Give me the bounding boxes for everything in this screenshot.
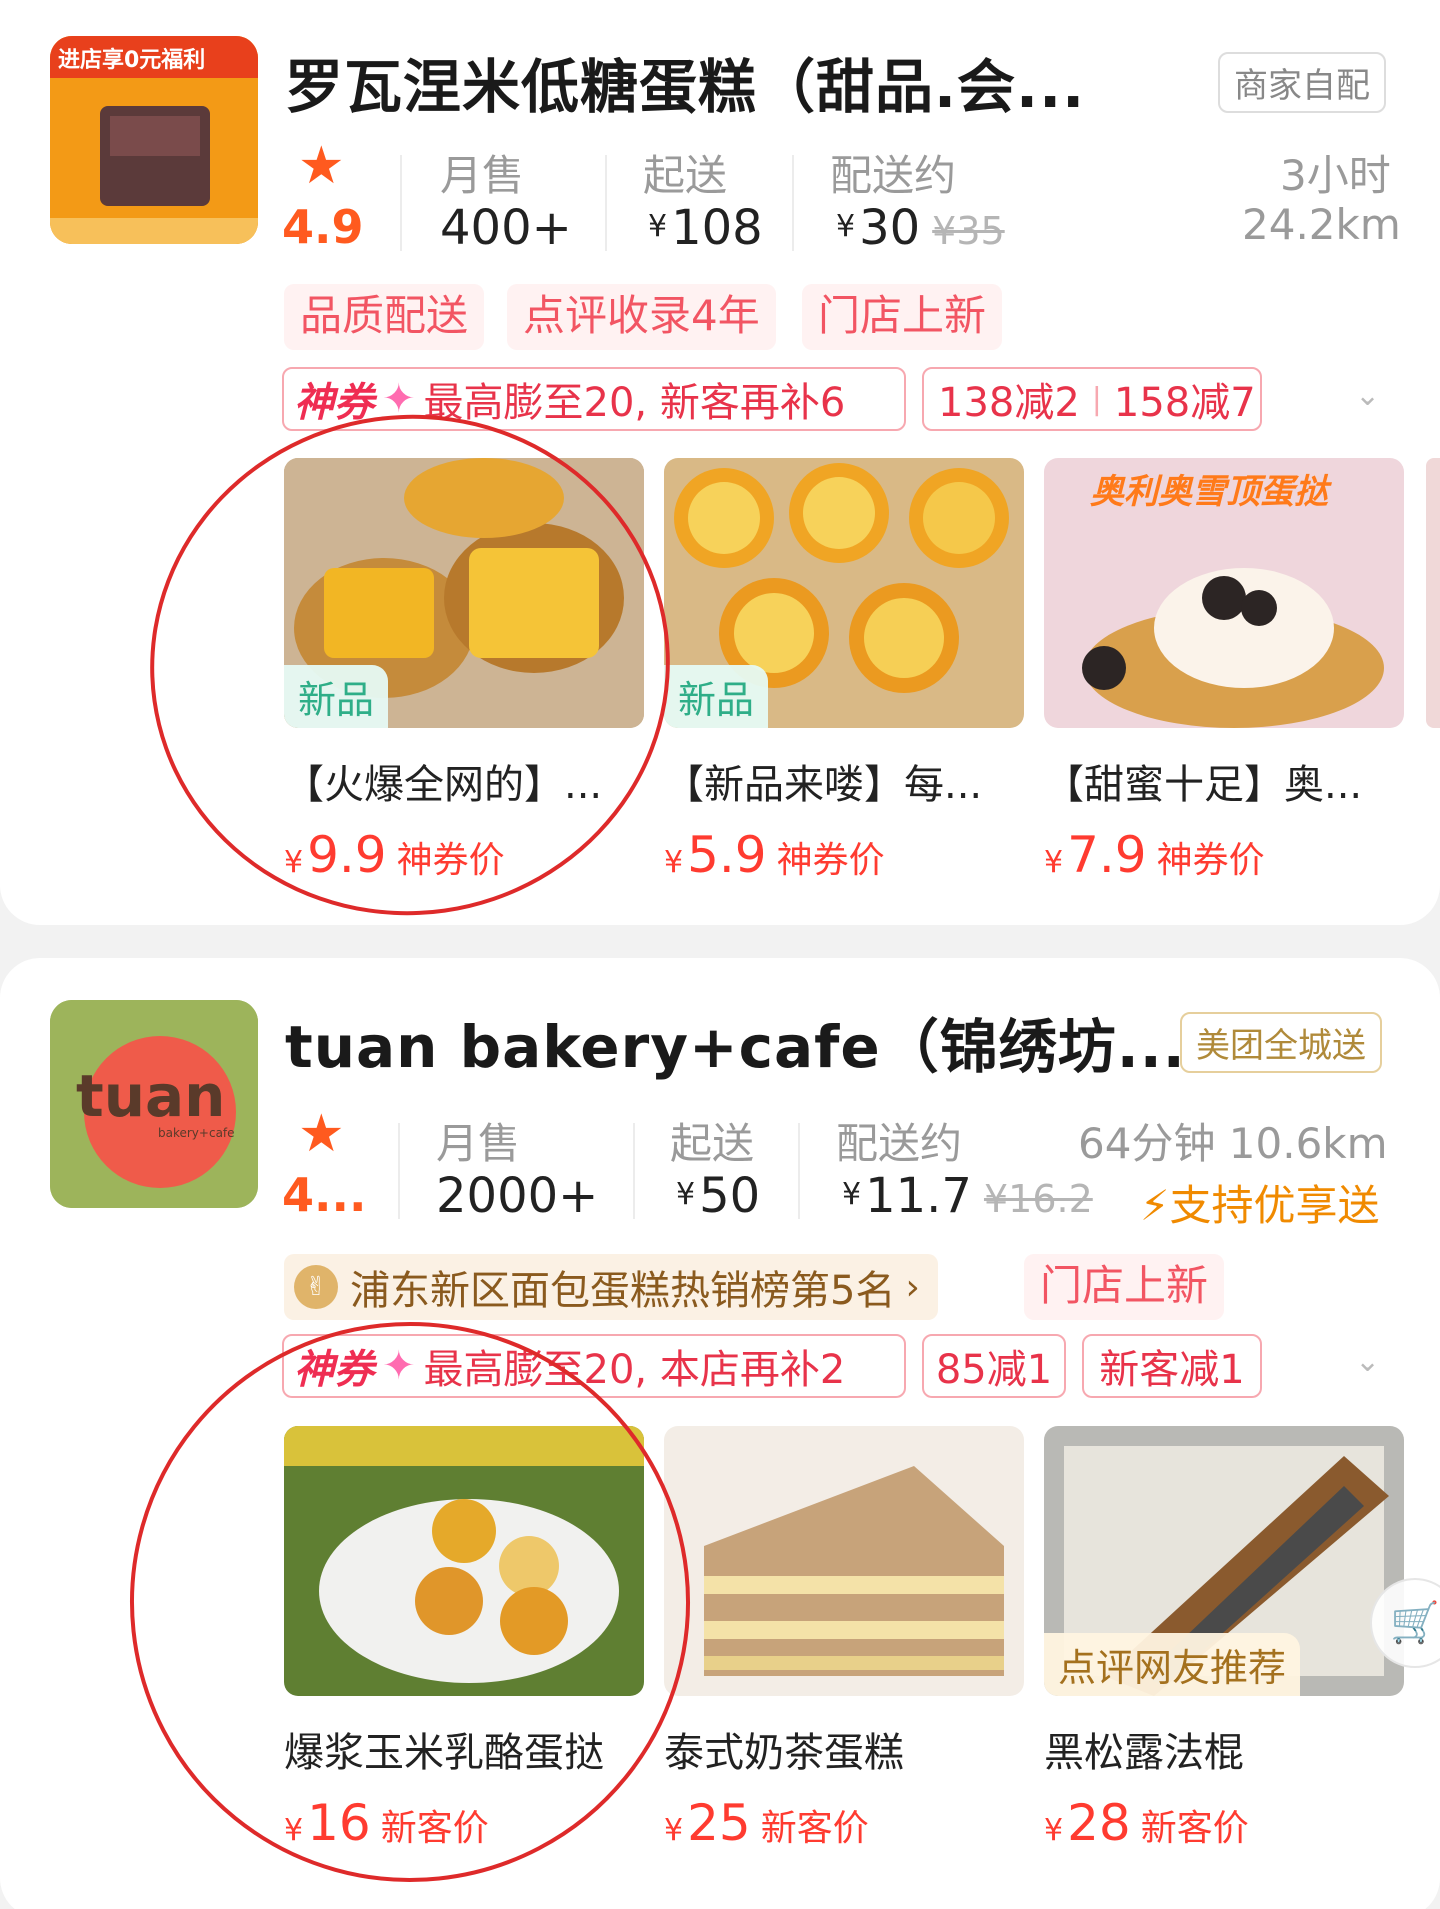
product-image: 点评网友推荐 (1044, 1426, 1404, 1696)
monthly-sales: 2000+ (436, 1168, 599, 1224)
product-price: ¥28 新客价 (1044, 1794, 1249, 1852)
chevron-right-icon: › (905, 1266, 920, 1308)
store-name[interactable]: tuan bakery+cafe（锦绣坊... (285, 1000, 1186, 1084)
product-tag-recommended: 点评网友推荐 (1044, 1633, 1301, 1696)
delivery-fee: ¥30 ¥35 (836, 200, 1005, 256)
product-title: 泰式奶茶蛋糕 (664, 1730, 904, 1776)
discount-chip[interactable]: 新客减1 (1082, 1334, 1262, 1398)
medal-icon: ✌ (294, 1265, 338, 1309)
monthly-sales-label: 月售 (440, 151, 525, 200)
divider (633, 1123, 635, 1219)
star-icon: ★ (298, 136, 345, 196)
product-card-peek (1426, 458, 1440, 728)
product-photo (664, 1426, 1024, 1696)
store-logo[interactable]: tuan bakery+cafe (50, 1000, 258, 1208)
coupon-text: 最高膨至20, 新客再补6 (423, 380, 846, 426)
rank-banner[interactable]: ✌ 浦东新区面包蛋糕热销榜第5名 › (284, 1254, 938, 1320)
discount-chip[interactable]: 138减2 | 158减7 (922, 367, 1262, 431)
delivery-fee: ¥11.7 ¥16.2 (842, 1168, 1093, 1224)
divider (605, 155, 607, 251)
product-image-caption: 奥利奥雪顶蛋挞 (1090, 472, 1328, 512)
rating: 4.9 (282, 200, 364, 254)
express-delivery[interactable]: ⚡支持优享送 (1140, 1172, 1380, 1233)
lightning-icon: ⚡ (1140, 1181, 1170, 1230)
product-image: 新品 (664, 458, 1024, 728)
logo-text: 进店享0元福利 (58, 48, 206, 73)
product-card[interactable]: 泰式奶茶蛋糕 ¥25 新客价 (664, 1426, 1024, 1852)
product-image: 奥利奥雪顶蛋挞 (1044, 458, 1404, 728)
product-price: ¥7.9 神券价 (1044, 826, 1265, 884)
star-icon: ★ (298, 1104, 345, 1164)
monthly-sales: 400+ (440, 200, 572, 256)
tag-review-years: 点评收录4年 (507, 284, 776, 350)
product-image (664, 1426, 1024, 1696)
divider (798, 1123, 800, 1219)
min-order-label: 起送 (670, 1119, 755, 1168)
tag-new-items: 门店上新 (802, 284, 1003, 350)
product-card[interactable]: 奥利奥雪顶蛋挞 【甜蜜十足】奥... ¥7.9 神券价 (1044, 458, 1404, 884)
rating: 4... (282, 1168, 367, 1222)
delivery-fee-label: 配送约 (830, 151, 957, 200)
product-title: 黑松露法棍 (1044, 1730, 1244, 1776)
delivery-time: 3小时 (1280, 151, 1391, 200)
tag-new-items: 门店上新 (1024, 1254, 1225, 1320)
min-order: ¥50 (676, 1168, 761, 1224)
product-tag-new: 新品 (664, 665, 769, 728)
product-card[interactable]: 点评网友推荐 黑松露法棍 ¥28 新客价 (1044, 1426, 1404, 1852)
chevron-down-icon[interactable]: ⌄ (1355, 1344, 1380, 1379)
distance: 24.2km (1242, 200, 1401, 249)
divider (398, 1123, 400, 1219)
min-order: ¥108 (648, 200, 763, 256)
product-title: 【甜蜜十足】奥... (1044, 762, 1363, 808)
logo-subtext: bakery+cafe (158, 1126, 235, 1140)
product-title: 【新品来喽】每... (664, 762, 983, 808)
tag-quality-delivery: 品质配送 (284, 284, 485, 350)
delivery-time-distance: 64分钟 10.6km (1078, 1119, 1388, 1168)
rank-text: 浦东新区面包蛋糕热销榜第5名 (350, 1268, 896, 1314)
min-order-label: 起送 (643, 151, 728, 200)
chevron-down-icon[interactable]: ⌄ (1355, 378, 1380, 413)
divider (400, 155, 402, 251)
discount-chip[interactable]: 85减1 (922, 1334, 1066, 1398)
delivery-badge: 商家自配 (1218, 52, 1386, 113)
divider (792, 155, 794, 251)
delivery-badge: 美团全城送 (1180, 1012, 1382, 1073)
store-name[interactable]: 罗瓦涅米低糖蛋糕（甜品.会... (285, 40, 1085, 124)
logo-text: tuan (76, 1062, 226, 1130)
separator: | (1091, 381, 1102, 417)
monthly-sales-label: 月售 (436, 1119, 521, 1168)
store-logo[interactable]: 进店享0元福利 (50, 36, 258, 244)
product-price: ¥25 新客价 (664, 1794, 869, 1852)
discount-1: 138减2 (938, 380, 1080, 426)
delivery-fee-label: 配送约 (836, 1119, 963, 1168)
discount-2: 158减7 (1113, 380, 1256, 426)
product-card[interactable]: 新品 【新品来喽】每... ¥5.9 神券价 (664, 458, 1024, 884)
product-price: ¥5.9 神券价 (664, 826, 885, 884)
